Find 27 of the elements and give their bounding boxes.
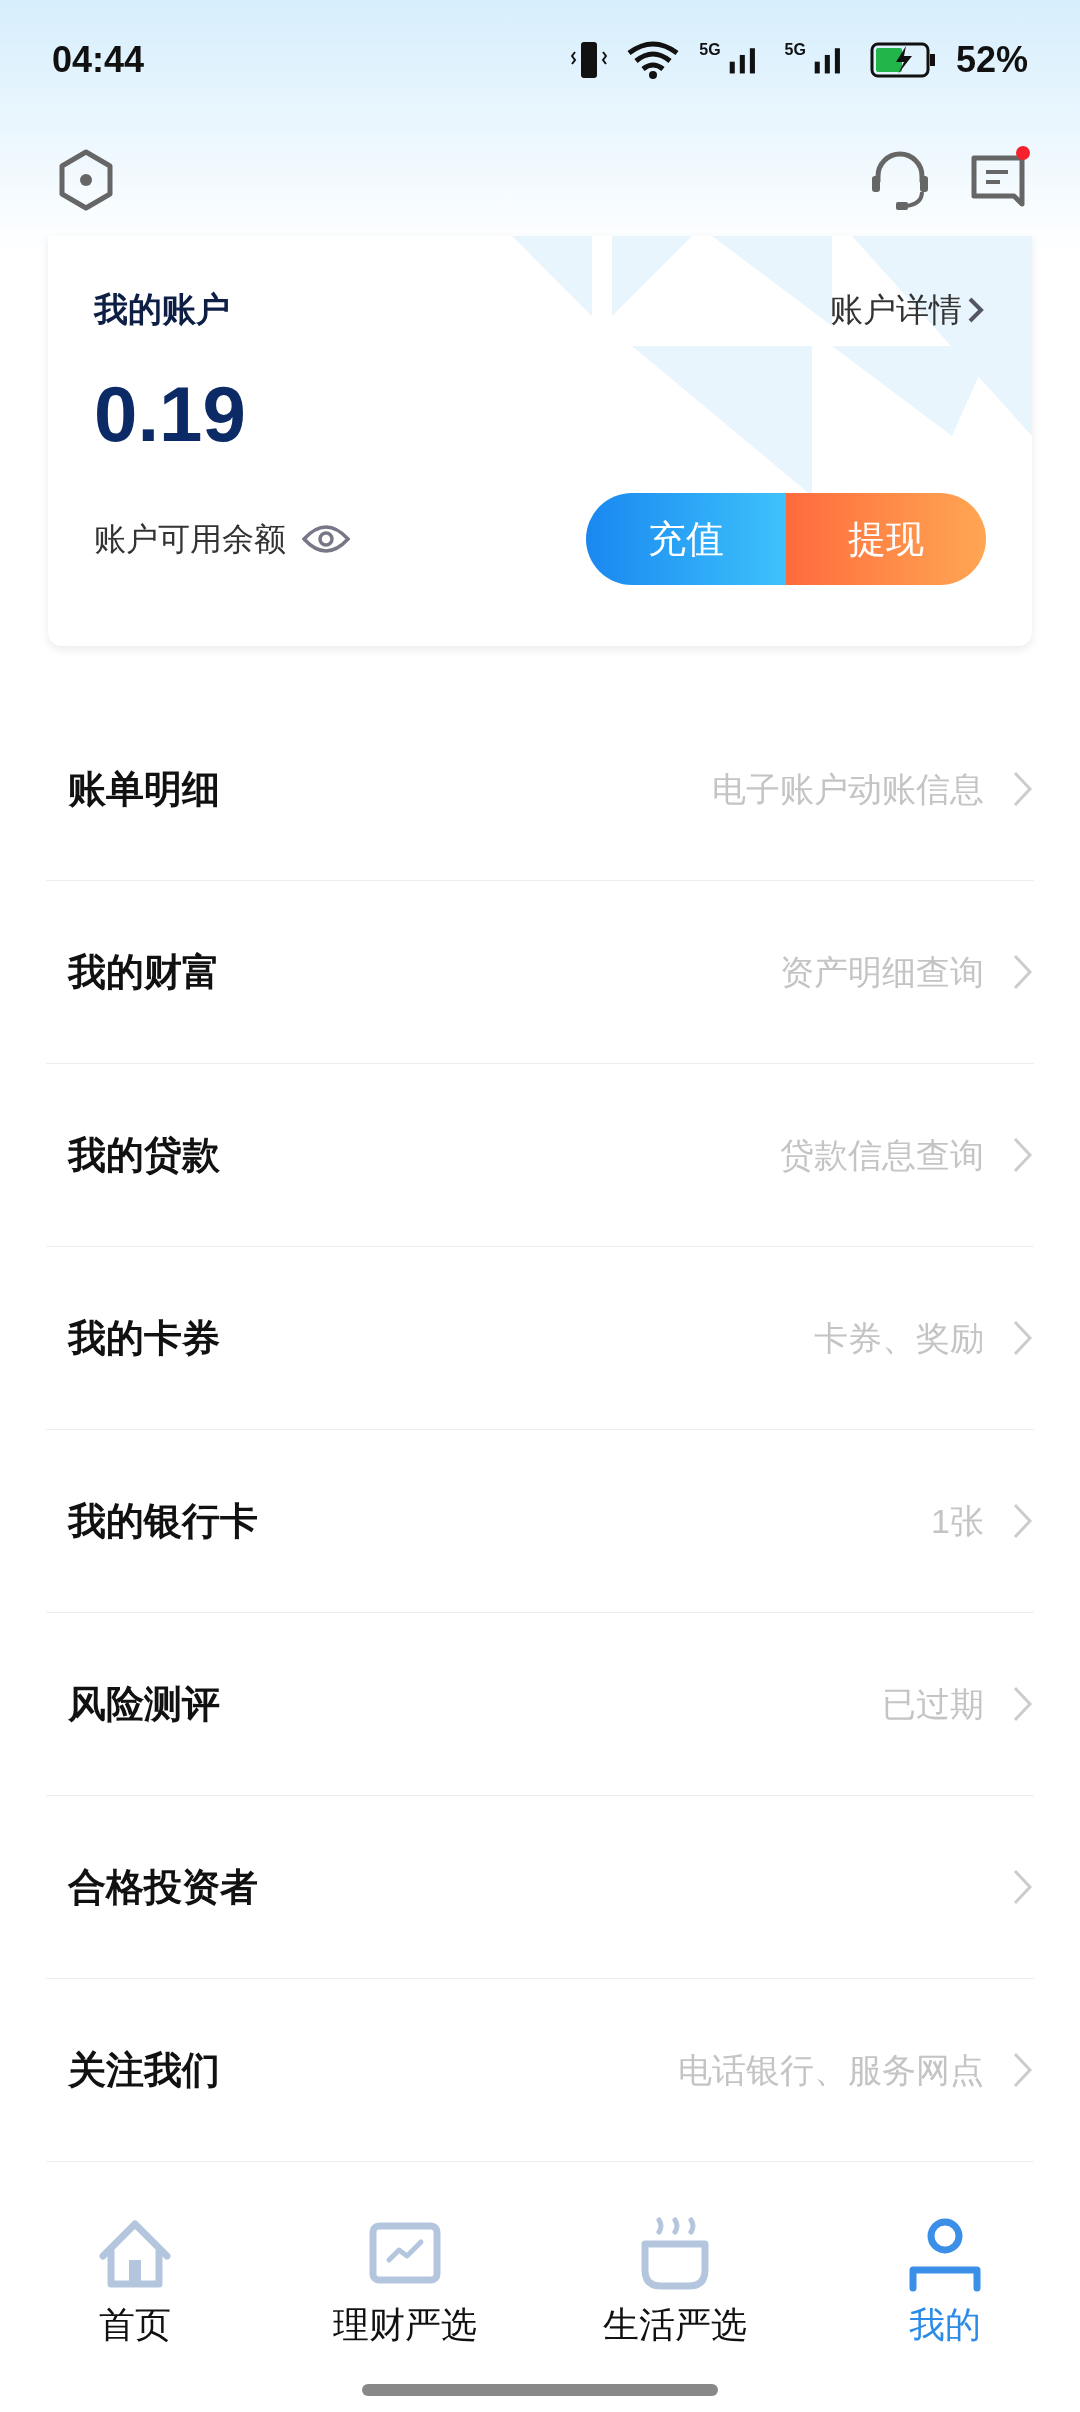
status-time: 04:44 <box>52 38 145 82</box>
menu-hint: 卡券、奖励 <box>814 1317 984 1359</box>
balance-amount: 0.19 <box>94 375 247 453</box>
menu-hint: 1张 <box>931 1500 984 1542</box>
menu-item[interactable]: 合格投资者 <box>46 1796 1034 1979</box>
tab-item[interactable]: 首页 <box>0 2214 270 2352</box>
menu-item[interactable]: 关注我们 电话银行、服务网点 <box>46 1979 1034 2162</box>
menu-item[interactable]: 我的银行卡 1张 <box>46 1430 1034 1613</box>
balance-label: 账户可用余额 <box>94 520 286 559</box>
menu-item[interactable]: 我的卡券 卡券、奖励 <box>46 1247 1034 1430</box>
menu-hint: 资产明细查询 <box>780 951 984 993</box>
menu-hint: 电话银行、服务网点 <box>678 2049 984 2091</box>
account-details-link[interactable]: 账户详情 <box>830 284 986 335</box>
battery-percent: 52% <box>955 38 1028 82</box>
tab-item[interactable]: 我的 <box>810 2214 1080 2352</box>
menu-hint: 贷款信息查询 <box>780 1134 984 1176</box>
menu-item[interactable]: 我的贷款 贷款信息查询 <box>46 1064 1034 1247</box>
menu-item[interactable]: 风险测评 已过期 <box>46 1613 1034 1796</box>
menu-item[interactable]: 账单明细 电子账户动账信息 <box>46 698 1034 881</box>
tab-item[interactable]: 生活严选 <box>540 2214 810 2352</box>
network-type: 5G <box>699 42 721 58</box>
menu-hint: 电子账户动账信息 <box>712 768 984 810</box>
menu-hint: 已过期 <box>882 1683 984 1725</box>
tab-item[interactable]: 理财严选 <box>270 2214 540 2352</box>
card-title: 我的账户 <box>94 289 230 330</box>
network-type: 5G <box>784 42 806 58</box>
menu-item[interactable]: 我的财富 资产明细查询 <box>46 881 1034 1064</box>
